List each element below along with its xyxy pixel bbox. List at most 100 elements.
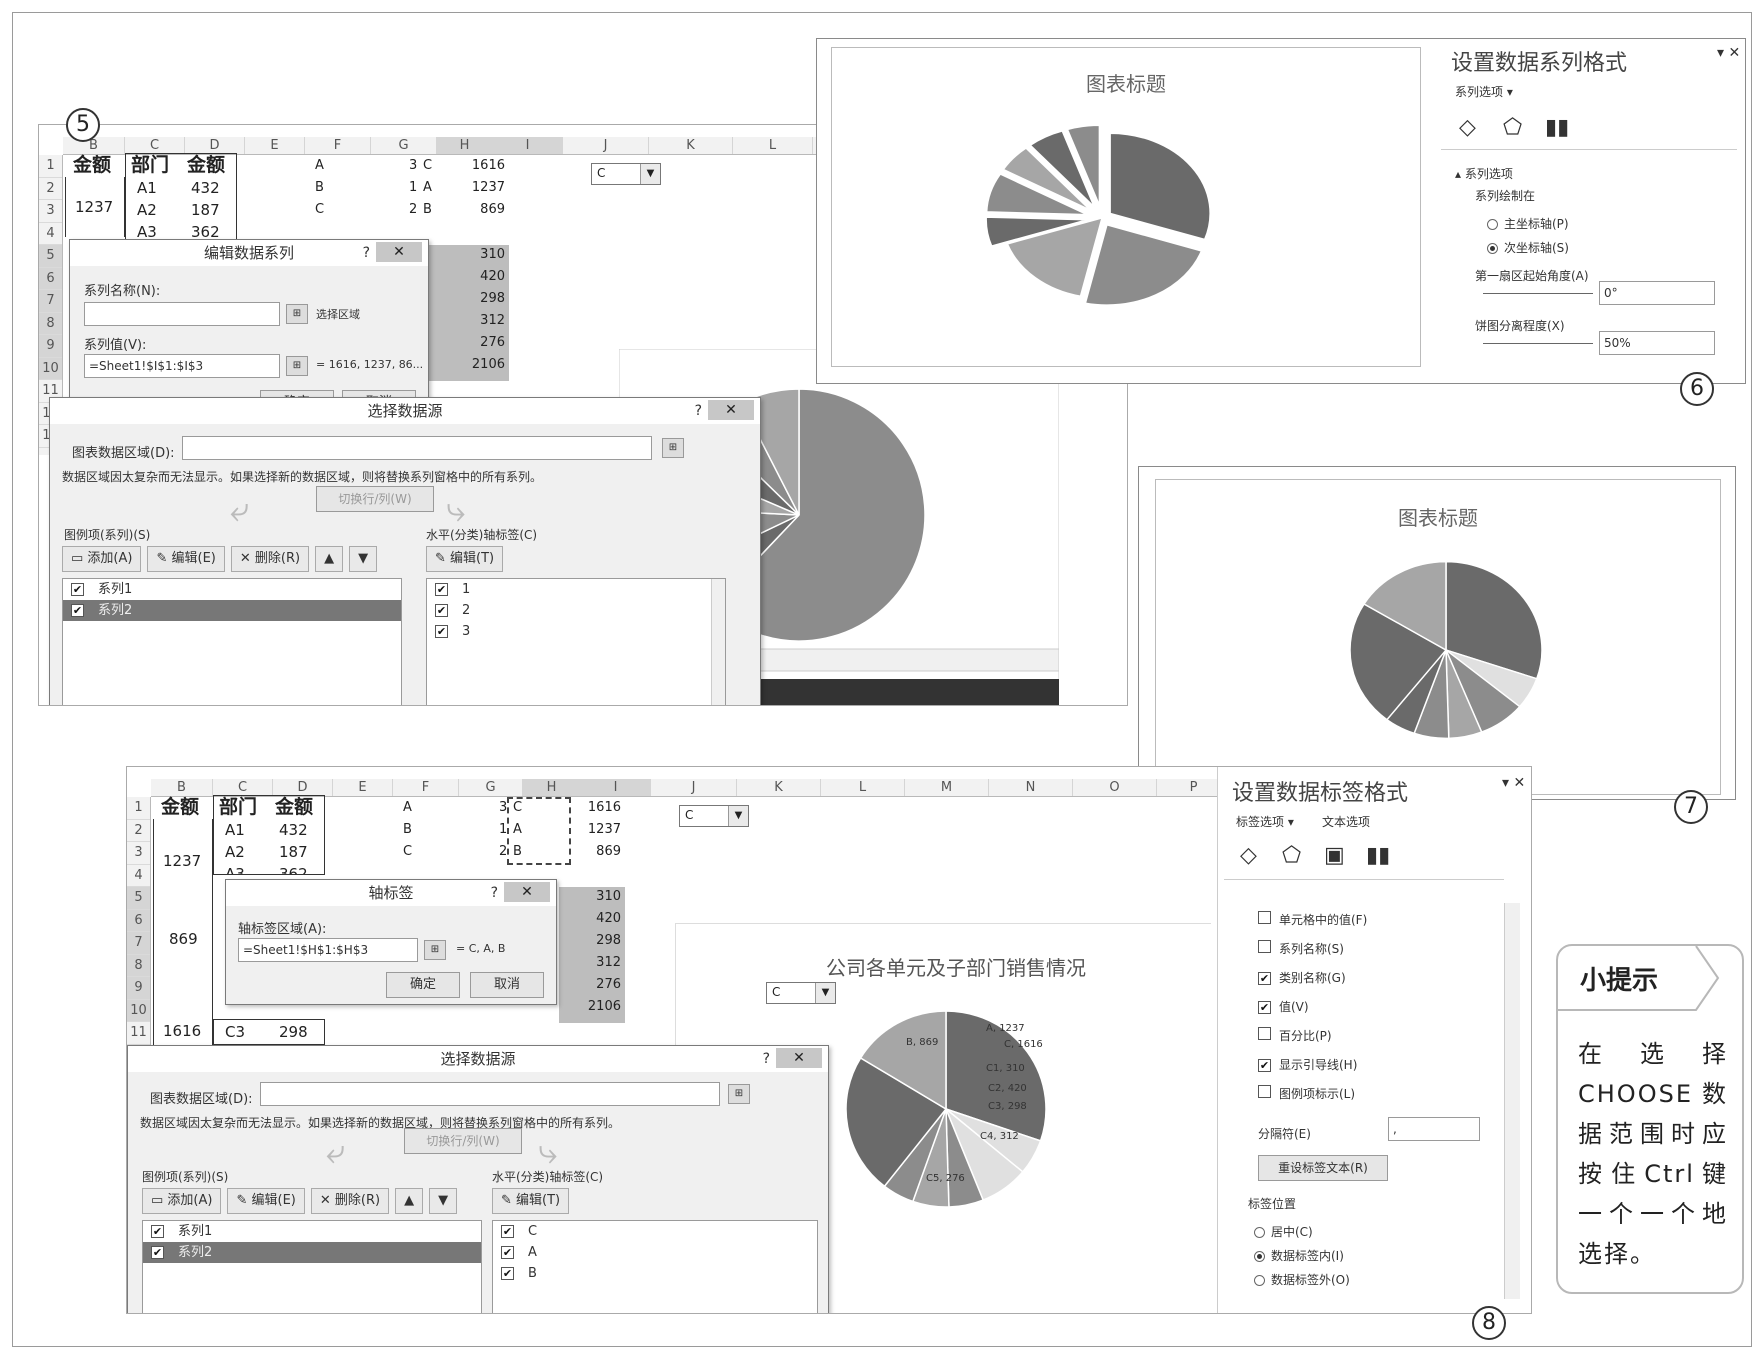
- range-picker-icon[interactable]: ⊞: [424, 940, 446, 960]
- scrollbar[interactable]: [711, 579, 725, 705]
- cell-dept[interactable]: A3: [225, 864, 245, 874]
- add-series-button[interactable]: ▭ 添加(A): [142, 1188, 222, 1214]
- chart-range-input[interactable]: [260, 1082, 720, 1106]
- list-item-series[interactable]: ✔ 系列1: [143, 1221, 481, 1242]
- data-label[interactable]: C4, 312: [980, 1131, 1019, 1142]
- help-button[interactable]: ?: [363, 240, 370, 266]
- col-header[interactable]: D: [273, 779, 333, 796]
- size-properties-icon[interactable]: ▣: [1324, 843, 1345, 868]
- cell-amount-header[interactable]: 金额: [73, 155, 111, 175]
- cell-f[interactable]: A: [403, 798, 412, 818]
- move-down-button[interactable]: ▼: [429, 1188, 458, 1214]
- col-header[interactable]: F: [305, 137, 371, 154]
- bar-chart-icon[interactable]: ▮▮: [1366, 843, 1390, 868]
- cell-h[interactable]: A: [513, 820, 522, 840]
- cell-i[interactable]: 1616: [575, 798, 621, 818]
- row-header[interactable]: 10: [127, 999, 150, 1022]
- pane-close-button[interactable]: ▾ ✕: [1502, 775, 1525, 791]
- cell-dept[interactable]: A1: [137, 178, 157, 198]
- checkbox[interactable]: ✔: [501, 1267, 514, 1280]
- cell-h[interactable]: C: [513, 798, 522, 818]
- row-header[interactable]: 9: [39, 335, 62, 358]
- edit-axis-button[interactable]: ✎ 编辑(T): [492, 1188, 570, 1214]
- cancel-button[interactable]: 取消: [470, 972, 544, 998]
- merged-cell-1237[interactable]: 1237: [163, 851, 201, 871]
- col-header[interactable]: O: [1073, 779, 1157, 796]
- add-series-button[interactable]: ▭ 添加(A): [62, 546, 142, 572]
- cell-i[interactable]: 1616: [459, 156, 505, 176]
- radio-inside-end[interactable]: 数据标签内(I): [1254, 1247, 1344, 1264]
- cell-i[interactable]: 298: [575, 931, 621, 951]
- data-label[interactable]: C, 1616: [1004, 1039, 1043, 1050]
- cell-i[interactable]: 312: [459, 311, 505, 331]
- label-options-tab[interactable]: 标签选项 ▾: [1236, 813, 1294, 830]
- col-header[interactable]: L: [821, 779, 905, 796]
- explosion-slider[interactable]: [1483, 343, 1593, 344]
- edit-axis-button[interactable]: ✎ 编辑(T): [426, 546, 504, 572]
- col-header[interactable]: N: [989, 779, 1073, 796]
- radio-secondary-axis[interactable]: 次坐标轴(S): [1487, 239, 1569, 256]
- col-header[interactable]: K: [649, 137, 733, 154]
- checkbox[interactable]: ✔: [435, 625, 448, 638]
- cell-i[interactable]: 310: [575, 887, 621, 907]
- row-header[interactable]: 5: [127, 887, 150, 910]
- pentagon-icon[interactable]: ⬠: [1282, 843, 1301, 868]
- chevron-down-icon[interactable]: ▼: [640, 164, 660, 184]
- checkbox[interactable]: [1258, 1027, 1271, 1040]
- cell-h[interactable]: A: [423, 178, 432, 198]
- col-header[interactable]: G: [459, 779, 523, 796]
- checkbox[interactable]: [1258, 940, 1271, 953]
- row-header[interactable]: 4: [39, 223, 62, 245]
- checkbox[interactable]: ✔: [151, 1225, 164, 1238]
- switch-row-column-button[interactable]: 切换行/列(W): [316, 486, 434, 512]
- help-button[interactable]: ?: [491, 880, 498, 906]
- checkbox[interactable]: ✔: [71, 583, 84, 596]
- col-header[interactable]: B: [151, 779, 213, 796]
- cell-g[interactable]: 2: [409, 200, 417, 220]
- col-header[interactable]: I: [581, 779, 651, 796]
- dropdown-combobox[interactable]: C ▼: [591, 163, 661, 185]
- separator-select[interactable]: ,: [1388, 1117, 1480, 1141]
- cell-i[interactable]: 869: [459, 200, 505, 220]
- label-option-row[interactable]: 图例项标示(L): [1258, 1085, 1355, 1102]
- col-header[interactable]: E: [333, 779, 393, 796]
- checkbox[interactable]: ✔: [1258, 1059, 1271, 1072]
- list-item-series[interactable]: ✔ 系列1: [63, 579, 401, 600]
- merged-cell-1616[interactable]: 1616: [163, 1021, 201, 1041]
- cell-i[interactable]: 2106: [459, 355, 505, 375]
- range-picker-icon[interactable]: ⊞: [286, 356, 308, 376]
- cell-g[interactable]: 1: [499, 820, 507, 840]
- cell-dept[interactable]: A1: [225, 820, 245, 840]
- radio-outside-end[interactable]: 数据标签外(O): [1254, 1271, 1350, 1288]
- label-option-row[interactable]: 单元格中的值(F): [1258, 911, 1367, 928]
- cell-i[interactable]: 420: [459, 267, 505, 287]
- col-header[interactable]: H: [523, 779, 581, 796]
- edit-series-button[interactable]: ✎ 编辑(E): [147, 546, 225, 572]
- cell-f[interactable]: B: [403, 820, 412, 840]
- help-button[interactable]: ?: [695, 398, 702, 424]
- cell-i[interactable]: 2106: [575, 997, 621, 1017]
- move-up-button[interactable]: ▲: [395, 1188, 424, 1214]
- checkbox[interactable]: ✔: [501, 1225, 514, 1238]
- list-item-category[interactable]: ✔ 2: [427, 600, 725, 621]
- data-label[interactable]: C2, 420: [988, 1083, 1027, 1094]
- checkbox[interactable]: ✔: [151, 1246, 164, 1259]
- data-label[interactable]: C1, 310: [986, 1063, 1025, 1074]
- cell-h[interactable]: B: [513, 842, 522, 862]
- move-down-button[interactable]: ▼: [349, 546, 378, 572]
- row-header[interactable]: 4: [127, 865, 150, 887]
- row-header[interactable]: 3: [39, 200, 62, 223]
- chevron-down-icon[interactable]: ▼: [728, 806, 748, 826]
- angle-slider[interactable]: [1483, 293, 1593, 294]
- col-header[interactable]: K: [737, 779, 821, 796]
- range-picker-icon[interactable]: ⊞: [662, 438, 684, 458]
- pie-slice[interactable]: [1084, 224, 1203, 306]
- text-options-tab[interactable]: 文本选项: [1322, 813, 1370, 830]
- cell-i[interactable]: 869: [575, 842, 621, 862]
- pane-close-button[interactable]: ▾ ✕: [1717, 45, 1740, 61]
- axis-range-input[interactable]: =Sheet1!$H$1:$H$3: [238, 938, 418, 962]
- merged-cell-869[interactable]: 869: [169, 929, 198, 949]
- series-options-dropdown[interactable]: 系列选项 ▾: [1455, 83, 1513, 100]
- list-item-series[interactable]: ✔ 系列2: [143, 1242, 481, 1263]
- reset-label-text-button[interactable]: 重设标签文本(R): [1258, 1155, 1388, 1181]
